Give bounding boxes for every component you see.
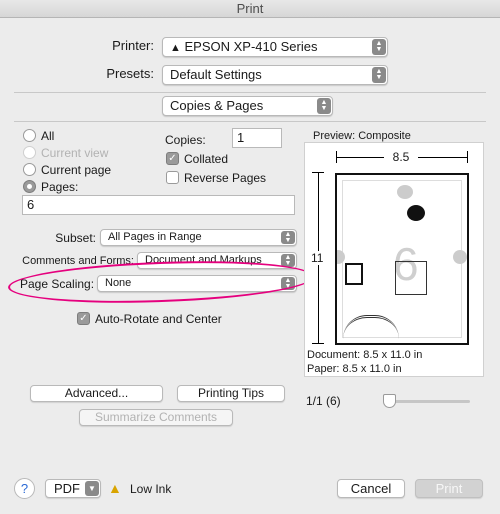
copies-label: Copies: <box>165 133 206 147</box>
section-select[interactable]: Copies & Pages ▲ ▼ <box>162 96 333 116</box>
height-label: 11 <box>311 251 324 265</box>
chevron-updown-icon: ▲ ▼ <box>317 98 331 114</box>
radio-pages-label: Pages: <box>41 180 79 194</box>
document-size: Document: 8.5 x 11.0 in <box>307 349 423 361</box>
presets-value: Default Settings <box>170 67 262 82</box>
window-title: Print <box>0 0 500 18</box>
radio-all-label: All <box>41 129 55 143</box>
radio-current-page-label: Current page <box>41 163 112 177</box>
preview-title: Preview: Composite <box>313 130 411 142</box>
collated-checkbox[interactable]: ✓ <box>166 152 179 165</box>
pages-input[interactable]: 6 <box>22 195 295 215</box>
subset-value: All Pages in Range <box>108 231 202 243</box>
presets-select[interactable]: Default Settings ▲ ▼ <box>162 65 388 85</box>
radio-pages[interactable] <box>23 180 36 193</box>
printing-tips-button[interactable]: Printing Tips <box>177 385 285 402</box>
width-label: 8.5 <box>384 150 418 164</box>
collated-label: Collated <box>184 152 229 166</box>
page-slider-track[interactable] <box>384 400 470 403</box>
warning-icon: ▲ <box>108 480 122 496</box>
printer-value: EPSON XP-410 Series <box>184 39 318 54</box>
printer-select[interactable]: ▲ EPSON XP-410 Series ▲ ▼ <box>162 37 388 57</box>
height-dimension-tick <box>312 343 324 344</box>
pdf-button[interactable]: PDF ▼ <box>45 479 101 498</box>
product-icon <box>345 263 363 285</box>
page-thumbnail: 6 <box>335 173 469 345</box>
chevron-updown-icon: ▲ ▼ <box>372 39 386 55</box>
page-slider-thumb[interactable] <box>383 394 396 408</box>
chevron-updown-icon: ▲ ▼ <box>372 67 386 83</box>
paper-size: Paper: 8.5 x 11.0 in <box>307 363 402 375</box>
subset-label: Subset: <box>55 231 96 245</box>
warning-icon: ▲ <box>170 42 181 54</box>
radio-current-view-label: Current view <box>41 146 109 160</box>
radio-current-view[interactable] <box>23 146 36 159</box>
cancel-button[interactable]: Cancel <box>337 479 405 498</box>
copies-input[interactable]: 1 <box>232 128 282 148</box>
auto-rotate-label: Auto-Rotate and Center <box>95 312 222 326</box>
radio-all[interactable] <box>23 129 36 142</box>
page-indicator: 1/1 (6) <box>306 394 341 408</box>
subset-select[interactable]: All Pages in Range ▲ ▼ <box>100 229 297 246</box>
radio-current-page[interactable] <box>23 163 36 176</box>
chevron-updown-icon: ▲ ▼ <box>281 231 295 244</box>
width-dimension-tick <box>336 151 337 163</box>
chevron-down-icon: ▼ <box>85 481 99 496</box>
summarize-comments-button[interactable]: Summarize Comments <box>79 409 233 426</box>
presets-label: Presets: <box>106 66 154 81</box>
width-dimension-tick <box>467 151 468 163</box>
print-button[interactable]: Print <box>415 479 483 498</box>
section-value: Copies & Pages <box>170 98 264 113</box>
reverse-pages-checkbox[interactable] <box>166 171 179 184</box>
help-button[interactable]: ? <box>14 478 35 499</box>
status-text: Low Ink <box>130 482 172 496</box>
reverse-pages-label: Reverse Pages <box>184 171 267 185</box>
advanced-button[interactable]: Advanced... <box>30 385 163 402</box>
separator <box>14 92 486 93</box>
printer-label: Printer: <box>112 38 154 53</box>
pdf-label: PDF <box>54 481 80 496</box>
logo-icon <box>407 205 425 221</box>
separator <box>14 121 486 122</box>
auto-rotate-checkbox[interactable]: ✓ <box>77 312 90 325</box>
height-dimension-tick <box>312 172 324 173</box>
